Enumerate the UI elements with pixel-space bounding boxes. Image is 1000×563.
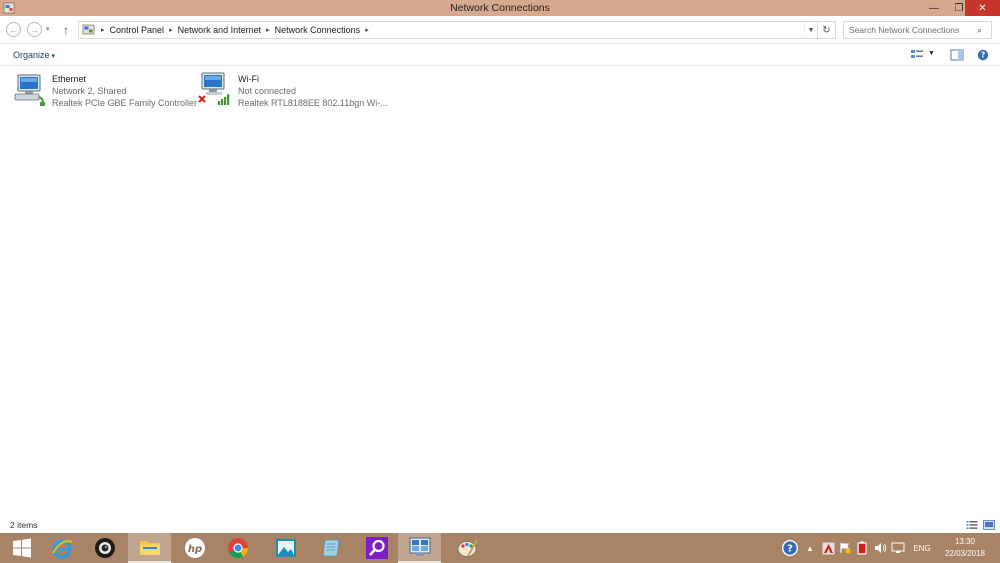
antivirus-shield-icon bbox=[822, 542, 834, 554]
search-icon[interactable]: ⌕ bbox=[977, 25, 991, 36]
breadcrumb: Control Panel ▸ Network and Internet ▸ N… bbox=[110, 25, 374, 35]
action-center-icon[interactable] bbox=[838, 533, 852, 563]
taskbar-paint[interactable] bbox=[446, 533, 489, 563]
title-bar: Network Connections — ❐ ✕ bbox=[0, 0, 1000, 16]
chevron-down-icon: ▾ bbox=[51, 53, 56, 60]
taskbar-internet-explorer[interactable] bbox=[40, 533, 83, 563]
close-button[interactable]: ✕ bbox=[965, 0, 1000, 16]
tray-help-icon[interactable]: ? bbox=[778, 533, 802, 563]
taskbar-chrome[interactable] bbox=[216, 533, 259, 563]
status-bar: 2 items bbox=[0, 518, 1000, 533]
command-bar: Organize ▾ ▼ ? bbox=[0, 45, 1000, 66]
address-dropdown-icon[interactable]: ▼ bbox=[804, 22, 817, 38]
file-explorer-icon bbox=[139, 541, 160, 555]
antivirus-icon[interactable] bbox=[820, 533, 836, 563]
organize-label: Organize bbox=[13, 50, 50, 60]
connection-device: Realtek RTL8188EE 802.11bgn Wi-... bbox=[238, 98, 388, 108]
taskbar-photos[interactable] bbox=[264, 533, 307, 563]
battery-icon[interactable] bbox=[855, 533, 869, 563]
notes-icon bbox=[322, 539, 339, 557]
control-panel-icon bbox=[82, 24, 95, 35]
help-icon[interactable]: ? bbox=[976, 49, 990, 61]
taskbar-control-panel[interactable] bbox=[398, 533, 441, 563]
flag-icon bbox=[840, 543, 851, 554]
clock-time: 13:30 bbox=[954, 537, 976, 546]
details-view-icon[interactable] bbox=[966, 520, 978, 530]
breadcrumb-separator-icon[interactable]: ▸ bbox=[365, 26, 369, 34]
connection-item-wifi[interactable]: Wi-Fi Not connected Realtek RTL8188EE 80… bbox=[198, 70, 388, 112]
search-app-icon bbox=[365, 537, 388, 559]
language-indicator[interactable]: ENG bbox=[910, 533, 934, 563]
taskbar-file-explorer[interactable] bbox=[128, 533, 171, 563]
ethernet-status-icon bbox=[891, 542, 905, 553]
battery-status-icon bbox=[857, 541, 867, 555]
network-adapter-icon bbox=[14, 74, 45, 106]
svg-text:hp: hp bbox=[187, 544, 201, 555]
connection-name: Wi-Fi bbox=[238, 74, 259, 84]
window-title: Network Connections bbox=[450, 2, 550, 14]
address-bar[interactable]: ▸ Control Panel ▸ Network and Internet ▸… bbox=[78, 21, 818, 39]
item-count: 2 items bbox=[10, 520, 38, 530]
chrome-icon bbox=[227, 538, 248, 559]
start-button[interactable] bbox=[0, 533, 43, 563]
breadcrumb-separator-icon[interactable]: ▸ bbox=[101, 26, 105, 34]
camera-app-icon bbox=[94, 538, 115, 558]
forward-button[interactable]: → bbox=[27, 22, 42, 37]
svg-text:?: ? bbox=[787, 544, 793, 555]
taskbar-search-app[interactable] bbox=[355, 533, 398, 563]
svg-text:?: ? bbox=[981, 51, 986, 60]
navigation-bar: ← → ▾ ↑ ▸ Control Panel ▸ Network and In… bbox=[0, 16, 1000, 44]
breadcrumb-network-connections[interactable]: Network Connections bbox=[275, 25, 361, 35]
recent-locations-button[interactable]: ▾ bbox=[46, 25, 50, 33]
clock-date: 22/03/2018 bbox=[944, 549, 986, 558]
taskbar-camera-app[interactable] bbox=[83, 533, 126, 563]
help-icon: ? bbox=[782, 540, 798, 556]
control-panel-icon bbox=[409, 537, 430, 556]
hp-icon: hp bbox=[184, 538, 205, 558]
search-input[interactable]: Search Network Connections bbox=[844, 25, 977, 35]
paint-icon bbox=[457, 539, 478, 557]
view-options-chevron-icon[interactable]: ▼ bbox=[928, 50, 935, 57]
breadcrumb-separator-icon[interactable]: ▸ bbox=[169, 26, 173, 34]
network-adapter-icon bbox=[198, 72, 230, 105]
taskbar-notes[interactable] bbox=[310, 533, 353, 563]
change-view-icon[interactable] bbox=[910, 49, 924, 61]
up-button[interactable]: ↑ bbox=[63, 23, 69, 37]
show-hidden-icons-button[interactable]: ▲ bbox=[804, 533, 816, 563]
clock[interactable]: 13:30 22/03/2018 bbox=[935, 536, 995, 560]
internet-explorer-icon bbox=[51, 539, 72, 559]
minimize-button[interactable]: — bbox=[921, 0, 947, 16]
back-button[interactable]: ← bbox=[6, 22, 21, 37]
connection-status: Not connected bbox=[238, 86, 297, 96]
breadcrumb-control-panel[interactable]: Control Panel bbox=[110, 25, 165, 35]
preview-pane-icon[interactable] bbox=[950, 49, 964, 61]
organize-button[interactable]: Organize ▾ bbox=[13, 50, 55, 60]
network-tray-icon[interactable] bbox=[890, 533, 906, 563]
taskbar: hp ? ▲ ENG 13:30 22/03/2018 bbox=[0, 533, 1000, 563]
search-box[interactable]: Search Network Connections ⌕ bbox=[843, 21, 992, 39]
photos-icon bbox=[275, 539, 296, 557]
connection-name: Ethernet bbox=[52, 74, 87, 84]
refresh-icon: ↻ bbox=[822, 24, 831, 36]
taskbar-hp[interactable]: hp bbox=[173, 533, 216, 563]
large-icons-view-icon[interactable] bbox=[983, 520, 995, 530]
connection-item-ethernet[interactable]: Ethernet Network 2, Shared Realtek PCIe … bbox=[12, 70, 197, 112]
breadcrumb-separator-icon[interactable]: ▸ bbox=[266, 26, 270, 34]
volume-icon[interactable] bbox=[873, 533, 887, 563]
speaker-icon bbox=[874, 543, 886, 553]
connection-device: Realtek PCIe GBE Family Controller bbox=[52, 98, 198, 108]
refresh-button[interactable]: ↻ bbox=[818, 21, 836, 39]
connection-status: Network 2, Shared bbox=[52, 86, 127, 96]
breadcrumb-network-and-internet[interactable]: Network and Internet bbox=[178, 25, 262, 35]
start-icon bbox=[12, 538, 31, 558]
